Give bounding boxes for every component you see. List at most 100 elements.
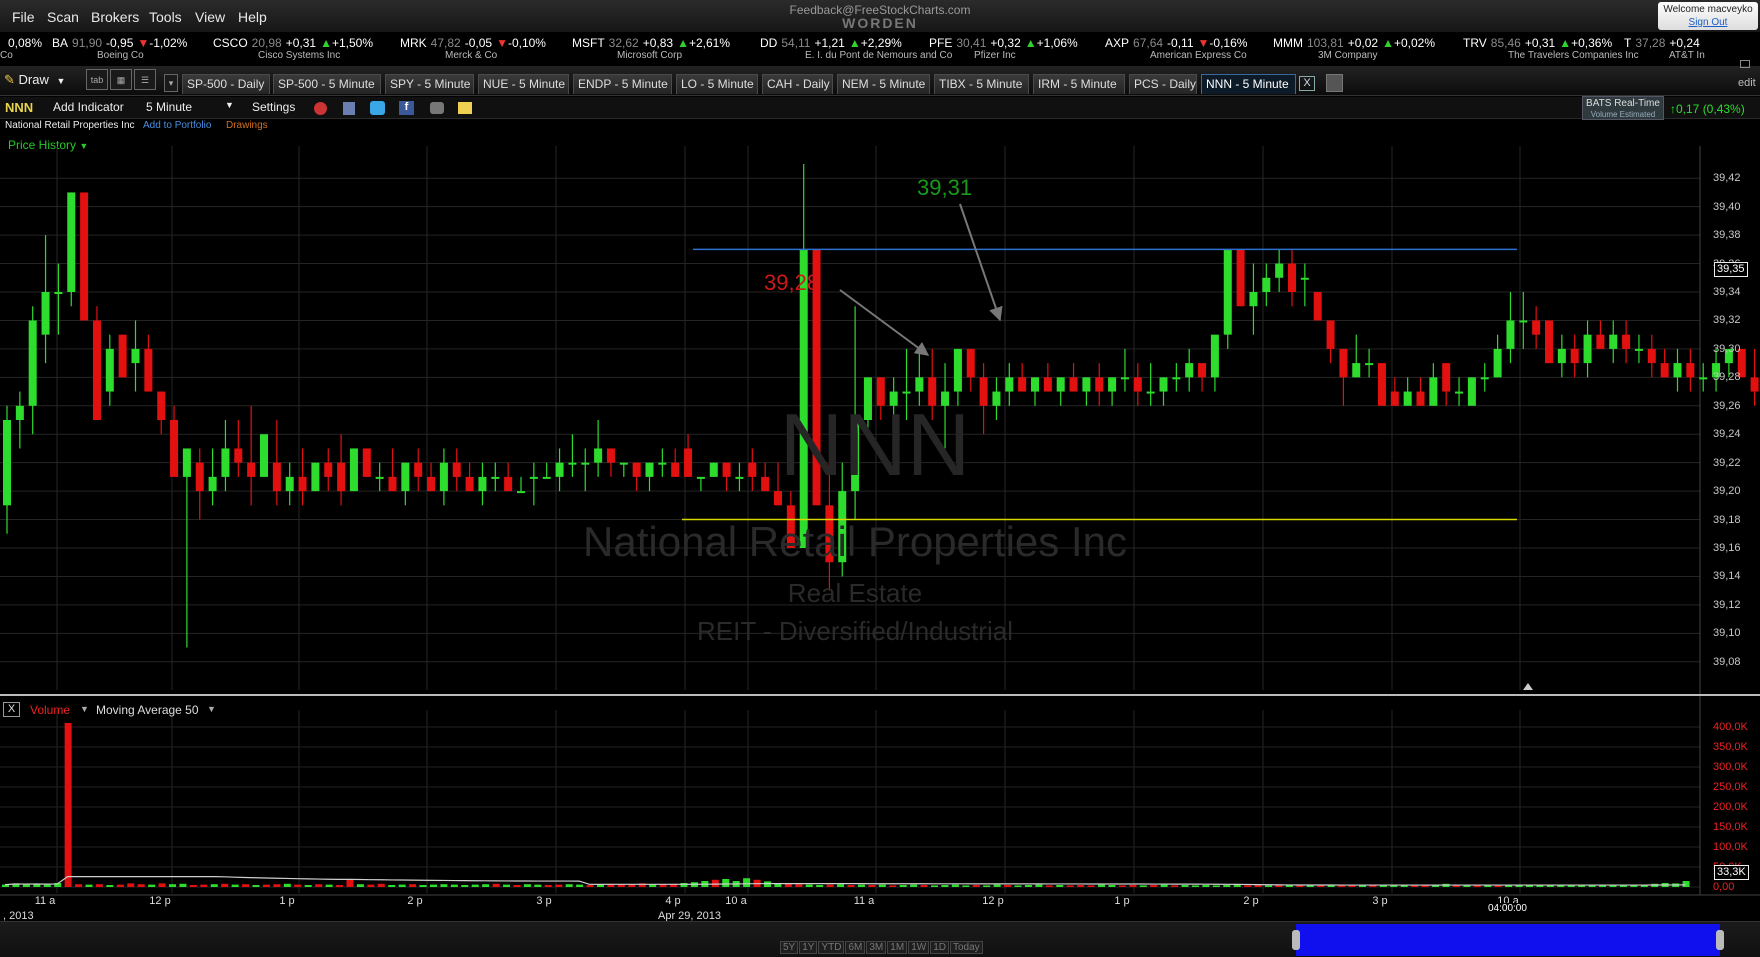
ticker-item[interactable]: AXP 67,64 -0,11 ▼-0,16% American Express Co (1105, 36, 1247, 61)
tab-irm-5-minute[interactable]: IRM - 5 Minute (1033, 74, 1125, 94)
tab-tibx-5-minute[interactable]: TIBX - 5 Minute (934, 74, 1029, 94)
draw-button[interactable]: ✎ Draw ▼ (4, 72, 65, 88)
range-button-ytd[interactable]: YTD (818, 941, 845, 954)
triangle-up-icon: ▲ (1024, 36, 1037, 50)
candle-body (182, 448, 191, 477)
tab-pcs-daily[interactable]: PCS - Daily (1129, 74, 1197, 94)
ticker-item[interactable]: MSFT 32,62 +0,83 ▲+2,61% Microsoft Corp (572, 36, 730, 61)
tab-sp-500-daily[interactable]: SP-500 - Daily (182, 74, 270, 94)
volume-bar (1306, 885, 1314, 887)
candle-body (1223, 249, 1232, 335)
volume-bar (899, 885, 907, 887)
scroll-handle-left[interactable] (1292, 930, 1300, 950)
new-tab-icon[interactable] (1326, 74, 1343, 92)
tab-cah-daily[interactable]: CAH - Daily (762, 74, 833, 94)
interval-select[interactable]: 5 Minute (146, 100, 192, 114)
price-history-menu[interactable]: Price History ▼ (8, 138, 88, 152)
chevron-down-icon[interactable]: ▼ (207, 704, 216, 714)
ticker-item[interactable]: MMM 103,81 +0,02 ▲+0,02% 3M Company (1273, 36, 1435, 61)
annotation-39-31[interactable]: 39,31 (917, 175, 972, 201)
tab-endp-5-minute[interactable]: ENDP - 5 Minute (573, 74, 672, 94)
ticker-item[interactable]: T 37,28 +0,24 AT&T In (1624, 36, 1705, 61)
annotation-arrow[interactable] (839, 289, 930, 356)
volume-bar (910, 884, 918, 887)
tab-lo-5-minute[interactable]: LO - 5 Minute (676, 74, 758, 94)
symbol-input[interactable]: NNN (5, 100, 33, 115)
menu-tools[interactable]: Tools (149, 9, 182, 25)
panel-divider[interactable] (0, 694, 1760, 696)
volume-title[interactable]: Volume (30, 703, 70, 717)
add-to-portfolio-link[interactable]: Add to Portfolio (143, 120, 211, 131)
tab-spy-5-minute[interactable]: SPY - 5 Minute (385, 74, 474, 94)
settings-button[interactable]: Settings (252, 100, 295, 114)
candle-body (324, 462, 333, 477)
scroll-thumb[interactable] (1296, 924, 1720, 956)
menu-view[interactable]: View (195, 9, 225, 25)
twitter-icon[interactable] (370, 101, 385, 115)
menu-brokers[interactable]: Brokers (91, 9, 139, 25)
ticker-item[interactable]: TRV 85,46 +0,31 ▲+0,36% The Travelers Compan… (1463, 36, 1639, 61)
note-icon[interactable] (458, 102, 472, 114)
range-button-1m[interactable]: 1M (887, 941, 908, 954)
volume-bar (1432, 885, 1440, 887)
range-button-1w[interactable]: 1W (908, 941, 930, 954)
volume-bar (596, 884, 604, 887)
ticker-item[interactable]: BA 91,90 -0,95 ▼-1,02% Boeing Co (52, 36, 187, 61)
candle-body (1275, 263, 1284, 278)
price-tick-label: 39,14 (1713, 570, 1741, 583)
triangle-up-icon[interactable] (1523, 683, 1533, 690)
volume-bar (878, 884, 886, 887)
drawings-link[interactable]: Drawings (226, 120, 268, 131)
range-button-5y[interactable]: 5Y (780, 941, 799, 954)
menu-file[interactable]: File (12, 9, 35, 25)
ticker-item[interactable]: PFE 30,41 +0,32 ▲+1,06% Pfizer Inc (929, 36, 1078, 61)
candle-body (1673, 363, 1682, 378)
range-button-3m[interactable]: 3M (866, 941, 887, 954)
price-tick-label: 39,18 (1713, 513, 1741, 526)
feedback-link[interactable]: Feedback@FreeStockCharts.com WORDEN (780, 4, 980, 31)
tab-nue-5-minute[interactable]: NUE - 5 Minute (478, 74, 569, 94)
range-button-1d[interactable]: 1D (930, 941, 949, 954)
ticker-item[interactable]: DD 54,11 +1,21 ▲+2,29% E. I. du Pont de Nemo… (760, 36, 952, 61)
candle-body (1429, 377, 1438, 406)
windows-icon[interactable] (343, 102, 355, 115)
chevron-down-icon[interactable]: ▼ (225, 100, 234, 110)
annotation-39-28[interactable]: 39,28 (764, 270, 819, 296)
ticker-item[interactable]: MRK 47,82 -0,05 ▼-0,10% Merck & Co (400, 36, 546, 61)
alarm-clock-icon[interactable] (314, 102, 327, 115)
moving-average-title[interactable]: Moving Average 50 (96, 703, 199, 717)
annotation-arrow[interactable] (959, 203, 1003, 322)
add-indicator-button[interactable]: Add Indicator (53, 100, 124, 114)
scroll-handle-right[interactable] (1716, 930, 1724, 950)
ticker-item[interactable]: 0,08% Co (0, 36, 46, 61)
camera-icon[interactable] (430, 102, 444, 114)
ticker-item[interactable]: CSCO 20,98 +0,31 ▲+1,50% Cisco Systems Inc (213, 36, 373, 61)
range-button-1y[interactable]: 1Y (799, 941, 818, 954)
close-volume-button[interactable]: X (3, 702, 20, 717)
window-icon[interactable] (1740, 60, 1750, 68)
volume-bar (1233, 884, 1241, 887)
edit-link[interactable]: edit (1738, 77, 1756, 89)
candle-body (401, 462, 410, 492)
grid-layout-icon[interactable]: ▦ (110, 69, 132, 90)
list-layout-icon[interactable]: ☰ (134, 69, 156, 90)
range-button-6m[interactable]: 6M (845, 941, 866, 954)
volume-bar (951, 884, 959, 887)
tab-sp-500-5-minute[interactable]: SP-500 - 5 Minute (273, 74, 381, 94)
sign-out-link[interactable]: Sign Out (1658, 16, 1758, 29)
tab-nnn-5-minute[interactable]: NNN - 5 Minute (1201, 74, 1296, 94)
tab-menu-icon[interactable]: ▾ (164, 74, 178, 92)
tab-nem-5-minute[interactable]: NEM - 5 Minute (837, 74, 930, 94)
candle-body (606, 448, 615, 463)
price-tick-label: 39,38 (1713, 229, 1741, 242)
menu-help[interactable]: Help (238, 9, 267, 25)
chevron-down-icon[interactable]: ▼ (80, 704, 89, 714)
menu-scan[interactable]: Scan (47, 9, 79, 25)
volume-bar (1567, 885, 1575, 887)
close-tab-button[interactable]: X (1299, 76, 1315, 91)
volume-bar (440, 884, 448, 887)
facebook-icon[interactable]: f (399, 101, 414, 115)
ticker-name: The Travelers Companies Inc (1508, 50, 1639, 61)
tab-layout-icon[interactable]: tab (86, 69, 108, 90)
range-button-today[interactable]: Today (949, 941, 983, 954)
